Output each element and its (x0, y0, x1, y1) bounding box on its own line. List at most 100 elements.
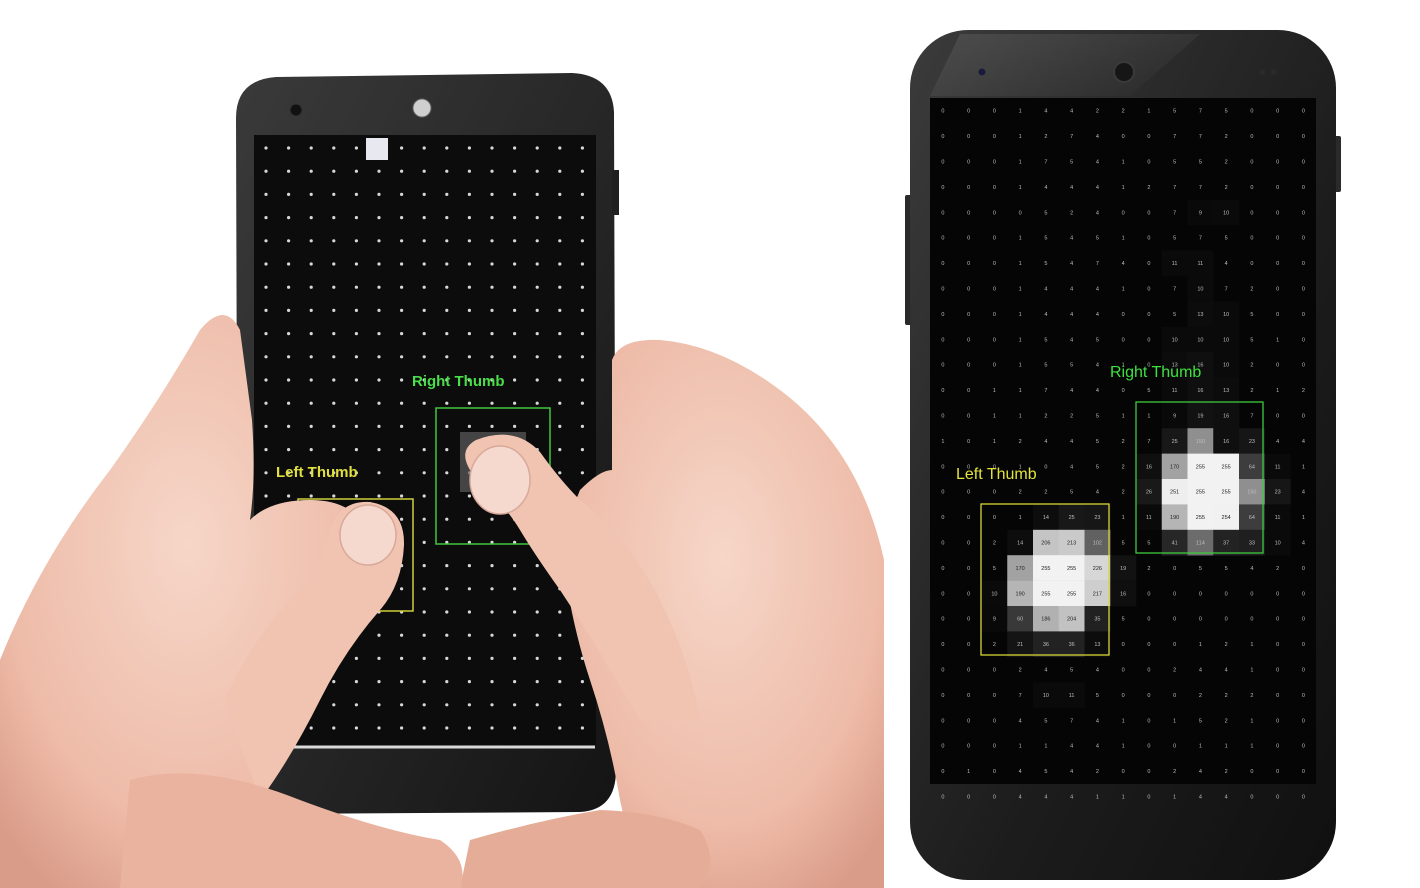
grid-cell-value: 0 (1250, 109, 1253, 115)
screen-dot (513, 146, 517, 150)
grid-cell-value: 0 (1225, 617, 1228, 623)
screen-dot (558, 285, 562, 289)
grid-cell-value: 10 (1275, 541, 1281, 547)
screen-dot (332, 355, 336, 359)
grid-cell-value: 0 (941, 515, 944, 521)
screen-dot (558, 239, 562, 243)
grid-cell-value: 0 (1122, 134, 1125, 140)
screen-dot (513, 332, 517, 336)
screen-dot (490, 587, 494, 591)
grid-cell-value: 9 (1173, 414, 1176, 420)
screen-dot (400, 355, 404, 359)
screen-dot (467, 332, 471, 336)
screen-dot (400, 378, 404, 382)
screen-dot (535, 262, 539, 266)
grid-cell-value: 11 (1172, 388, 1178, 394)
screen-dot (400, 471, 404, 475)
grid-cell-value: 0 (1302, 642, 1305, 648)
screen-dot (354, 680, 358, 684)
grid-cell-value: 5 (1044, 261, 1047, 267)
screen-dot (467, 494, 471, 498)
screen-dot (467, 680, 471, 684)
grid-cell-value: 7 (1044, 160, 1047, 166)
screen-dot (287, 424, 291, 428)
screen-dot (580, 448, 585, 452)
screen-dot (513, 587, 517, 591)
grid-cell-value: 0 (1302, 566, 1305, 572)
screen-dot (558, 169, 562, 173)
grid-cell-value: 0 (967, 642, 970, 648)
screen-dot (377, 494, 381, 498)
screen-dot (490, 192, 494, 196)
grid-cell-value: 2 (1225, 769, 1228, 775)
screen-dot (490, 633, 494, 637)
grid-cell-value: 0 (967, 236, 970, 242)
grid-cell-value: 0 (967, 185, 970, 191)
grid-cell-value: 0 (1302, 312, 1305, 318)
grid-cell-value: 170 (1170, 464, 1179, 470)
screen-dot (513, 656, 517, 661)
grid-cell-value: 0 (1276, 591, 1279, 597)
grid-cell-value: 5 (1173, 236, 1176, 242)
grid-cell-value: 0 (941, 337, 944, 343)
screen-dot (467, 703, 471, 707)
grid-cell-value: 7 (1019, 693, 1022, 699)
grid-cell-value: 0 (967, 160, 970, 166)
grid-cell-value: 251 (1170, 490, 1179, 496)
screen-dot (445, 633, 449, 637)
grid-cell-value: 0 (1276, 642, 1279, 648)
screen-dot (422, 448, 426, 452)
device-right-thumb-label: Right Thumb (1110, 364, 1201, 381)
grid-cell-value: 7 (1199, 109, 1202, 115)
screen-dot (377, 726, 381, 730)
grid-cell-value: 0 (1147, 693, 1150, 699)
screen-dot (287, 332, 291, 336)
screen-dot (332, 726, 336, 730)
grid-cell-value: 4 (1044, 109, 1047, 115)
screen-dot (580, 726, 585, 730)
screen-dot (422, 656, 426, 661)
screen-dot (332, 169, 336, 173)
grid-cell-value: 0 (1122, 642, 1125, 648)
screen-dot (513, 308, 517, 312)
screen-dot (422, 517, 426, 521)
grid-cell-value: 0 (1302, 591, 1305, 597)
grid-cell-value: 2 (1096, 769, 1099, 775)
screen-dot (332, 332, 336, 336)
grid-cell-value: 0 (1302, 744, 1305, 750)
screen-dot (287, 262, 291, 266)
grid-cell-value: 186 (1041, 617, 1050, 623)
grid-cell-value: 4 (1070, 795, 1073, 801)
screen-dot (513, 680, 517, 684)
screen-dot (332, 378, 336, 382)
grid-cell-value: 0 (941, 287, 944, 293)
grid-cell-value: 2 (1070, 210, 1073, 216)
screen-dot (377, 239, 381, 243)
grid-cell-value: 0 (1173, 693, 1176, 699)
screen-dot (490, 216, 494, 220)
grid-cell-value: 4 (1070, 337, 1073, 343)
grid-cell-value: 36 (1069, 642, 1075, 648)
screen-dot (490, 239, 494, 243)
grid-cell-value: 0 (1147, 617, 1150, 623)
screen-dot (400, 332, 404, 336)
screen-dot (490, 517, 494, 521)
grid-cell-value: 1 (1173, 795, 1176, 801)
grid-cell-value: 217 (1093, 591, 1102, 597)
grid-cell-value: 2 (1070, 414, 1073, 420)
grid-cell-value: 255 (1222, 490, 1231, 496)
grid-cell-value: 16 (1223, 414, 1229, 420)
screen-dot (490, 332, 494, 336)
screen-dot (445, 169, 449, 173)
screen-dot (400, 656, 404, 661)
grid-cell-value: 7 (1173, 185, 1176, 191)
grid-cell-value: 0 (993, 769, 996, 775)
grid-cell-value: 64 (1249, 515, 1255, 521)
grid-cell-value: 0 (1147, 160, 1150, 166)
grid-cell-value: 7 (1225, 287, 1228, 293)
grid-cell-value: 4 (1225, 795, 1228, 801)
screen-dot (467, 424, 471, 428)
screen-dot (354, 448, 358, 452)
screen-dot (535, 169, 539, 173)
grid-cell-value: 0 (1250, 210, 1253, 216)
